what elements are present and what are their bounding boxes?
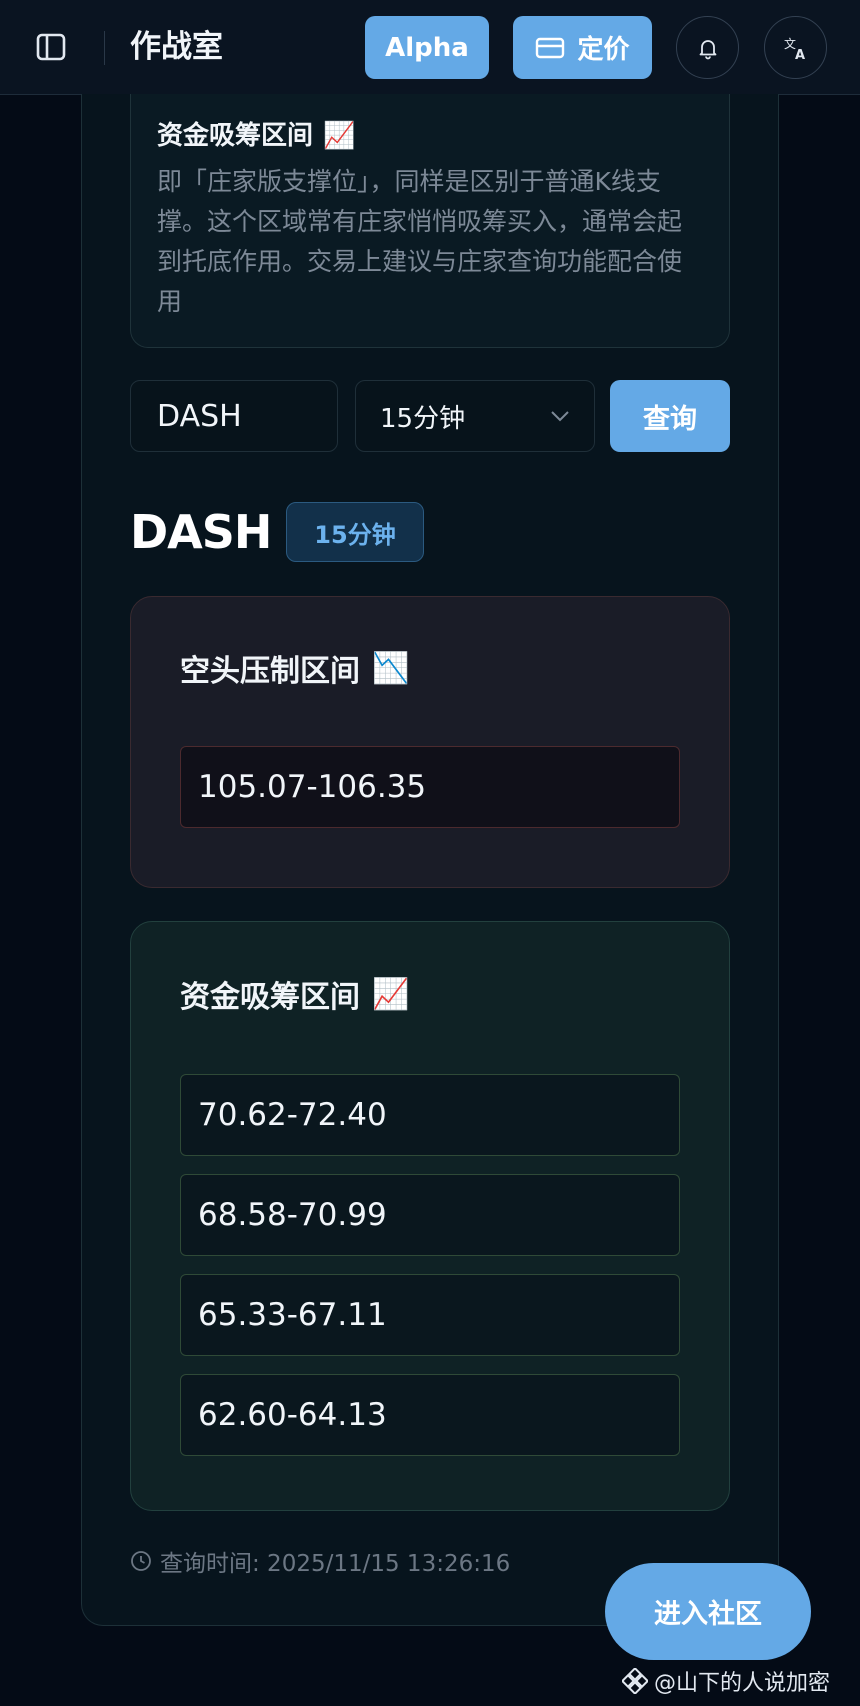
language-button[interactable]: 文 A xyxy=(764,16,827,79)
pricing-button[interactable]: 定价 xyxy=(513,16,652,79)
pricing-button-label: 定价 xyxy=(577,35,630,65)
clock-icon xyxy=(131,1551,151,1571)
bull-zone-range: 62.60-64.13 xyxy=(180,1374,680,1456)
interval-select-value: 15分钟 xyxy=(380,403,466,434)
top-bar: 作战室 Alpha 定价 文 A xyxy=(0,0,860,95)
sidebar-toggle-button[interactable] xyxy=(34,30,68,64)
notifications-button[interactable] xyxy=(676,16,739,79)
credit-card-icon xyxy=(536,37,565,58)
bull-zone-card: 资金吸筹区间 📈 70.62-72.40 68.58-70.99 65.33-6… xyxy=(130,921,730,1511)
query-button-label: 查询 xyxy=(643,403,697,435)
bull-zone-list: 70.62-72.40 68.58-70.99 65.33-67.11 62.6… xyxy=(180,1074,680,1456)
bear-zone-card: 空头压制区间 📉 105.07-106.35 xyxy=(130,596,730,888)
watermark: @山下的人说加密 xyxy=(622,1664,830,1698)
svg-text:A: A xyxy=(795,48,805,61)
enter-community-button[interactable]: 进入社区 xyxy=(605,1563,811,1660)
bear-zone-range: 105.07-106.35 xyxy=(180,746,680,828)
symbol-input[interactable] xyxy=(130,380,338,452)
sidebar-toggle-icon xyxy=(36,33,66,61)
interval-select[interactable]: 15分钟 xyxy=(355,380,595,452)
bear-zone-title: 空头压制区间 📉 xyxy=(180,644,680,692)
bull-zone-range: 65.33-67.11 xyxy=(180,1274,680,1356)
chart-decreasing-icon: 📉 xyxy=(372,650,410,686)
chart-increasing-icon: 📈 xyxy=(372,976,410,1012)
bull-zone-title-text: 资金吸筹区间 xyxy=(180,980,360,1015)
info-card: 资金吸筹区间 📈 即「庄家版支撑位」，同样是区别于普通K线支撑。这个区域常有庄家… xyxy=(130,94,730,348)
enter-community-label: 进入社区 xyxy=(654,1599,762,1630)
info-card-title: 资金吸筹区间 📈 xyxy=(157,116,703,156)
bull-zone-range: 68.58-70.99 xyxy=(180,1174,680,1256)
info-card-description: 即「庄家版支撑位」，同样是区别于普通K线支撑。这个区域常有庄家悄悄吸筹买入，通常… xyxy=(157,167,683,316)
query-time-text: 查询时间: 2025/11/15 13:26:16 xyxy=(160,1551,511,1577)
bear-zone-list: 105.07-106.35 xyxy=(180,746,680,828)
binance-logo-icon xyxy=(622,1668,648,1694)
info-card-title-text: 资金吸筹区间 xyxy=(157,121,314,151)
chevron-down-icon xyxy=(551,411,569,422)
query-button[interactable]: 查询 xyxy=(610,380,730,452)
bull-zone-title: 资金吸筹区间 📈 xyxy=(180,970,680,1018)
query-time: 查询时间: 2025/11/15 13:26:16 xyxy=(130,1544,510,1578)
alpha-button-label: Alpha xyxy=(385,32,469,63)
bull-zone-range: 70.62-72.40 xyxy=(180,1074,680,1156)
interval-badge: 15分钟 xyxy=(286,502,424,562)
translate-icon: 文 A xyxy=(784,36,805,61)
bear-zone-title-text: 空头压制区间 xyxy=(180,654,360,689)
bell-icon xyxy=(699,39,716,59)
watermark-text: @山下的人说加密 xyxy=(654,1671,831,1696)
alpha-button[interactable]: Alpha xyxy=(365,16,489,79)
app-title: 作战室 xyxy=(130,29,223,65)
header-divider xyxy=(104,31,105,65)
result-symbol: DASH xyxy=(130,505,272,559)
chart-increasing-icon: 📈 xyxy=(323,121,356,151)
